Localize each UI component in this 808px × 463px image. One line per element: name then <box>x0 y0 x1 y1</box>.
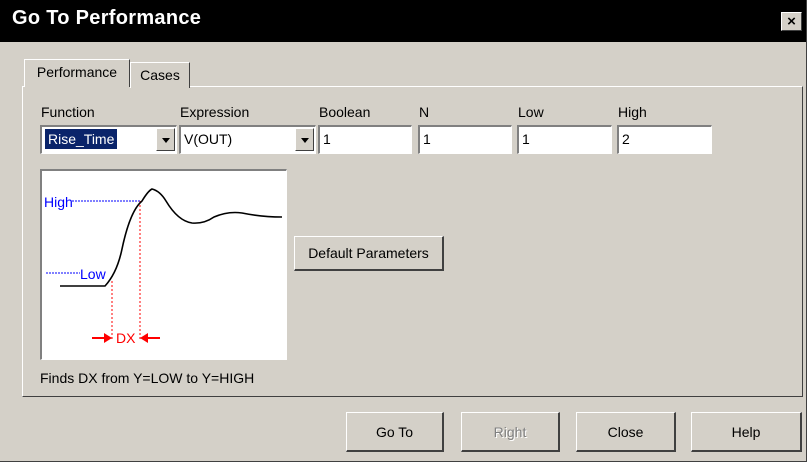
goto-label: Go To <box>375 424 414 440</box>
help-button[interactable]: Help <box>691 412 802 452</box>
expression-label: Expression <box>180 104 250 120</box>
title-bar[interactable]: Go To Performance × <box>0 0 806 42</box>
tab-cases-label: Cases <box>140 67 180 83</box>
low-level-label: Low <box>80 266 107 282</box>
n-label: N <box>419 104 430 120</box>
function-value: Rise_Time <box>45 129 118 149</box>
dx-right-arrow-icon <box>140 333 148 343</box>
boolean-value: 1 <box>323 131 331 147</box>
tab-performance-label: Performance <box>36 64 118 80</box>
expression-value: V(OUT) <box>184 131 233 147</box>
chevron-down-icon <box>162 138 170 143</box>
high-label: High <box>618 104 647 120</box>
low-input[interactable]: 1 <box>517 125 612 154</box>
tab-cases[interactable]: Cases <box>130 62 190 88</box>
dx-left-arrow-icon <box>104 333 112 343</box>
rise-time-diagram: High Low DX <box>40 169 287 360</box>
default-parameters-label: Default Parameters <box>308 245 429 261</box>
description-text: Finds DX from Y=LOW to Y=HIGH <box>40 370 255 386</box>
right-button[interactable]: Right <box>461 412 560 452</box>
expression-select[interactable]: V(OUT) <box>179 125 316 154</box>
function-select[interactable]: Rise_Time <box>40 125 177 154</box>
boolean-input[interactable]: 1 <box>318 125 412 154</box>
function-label: Function <box>41 104 95 120</box>
help-label: Help <box>731 424 761 440</box>
window-title: Go To Performance <box>12 7 202 29</box>
n-input[interactable]: 1 <box>418 125 512 154</box>
close-icon: × <box>787 13 796 30</box>
close-window-button[interactable]: × <box>781 12 802 31</box>
dx-label: DX <box>116 330 136 346</box>
low-value: 1 <box>522 131 530 147</box>
chevron-down-icon <box>301 138 309 143</box>
close-label: Close <box>607 424 644 440</box>
function-dropdown-button[interactable] <box>156 128 175 151</box>
tab-performance[interactable]: Performance <box>24 59 130 87</box>
n-value: 1 <box>423 131 431 147</box>
high-value: 2 <box>622 131 630 147</box>
expression-dropdown-button[interactable] <box>295 128 314 151</box>
go-to-performance-dialog: Go To Performance × Performance Cases Fu… <box>0 0 807 462</box>
right-label: Right <box>493 424 527 440</box>
high-input[interactable]: 2 <box>617 125 712 154</box>
default-parameters-button[interactable]: Default Parameters <box>294 236 444 271</box>
boolean-label: Boolean <box>319 104 371 120</box>
rise-time-graph: High Low DX <box>44 188 283 346</box>
goto-button[interactable]: Go To <box>346 412 444 452</box>
low-label: Low <box>518 104 544 120</box>
high-level-label: High <box>44 194 73 210</box>
close-button[interactable]: Close <box>576 412 676 452</box>
